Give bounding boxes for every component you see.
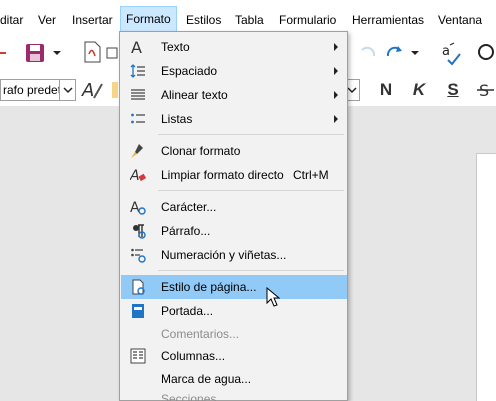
- spellcheck-icon[interactable]: a: [440, 40, 464, 66]
- list-icon: [129, 110, 147, 128]
- menu-item-label: Listas: [161, 112, 193, 126]
- menu-item-label: Comentarios...: [161, 327, 240, 341]
- submenu-arrow-icon: [334, 43, 338, 51]
- svg-text:a: a: [442, 44, 450, 59]
- redo-icon[interactable]: [384, 42, 408, 64]
- menu-item-caracter[interactable]: A Carácter...: [121, 195, 347, 219]
- menu-item-label: Columnas...: [161, 349, 226, 363]
- paragraph-style-dropdown-icon[interactable]: [59, 79, 76, 101]
- menu-item-limpiar-formato-directo[interactable]: A Limpiar formato directo Ctrl+M: [121, 163, 347, 187]
- mouse-cursor-icon: [266, 286, 281, 310]
- menu-item-label: Portada...: [161, 304, 214, 318]
- submenu-arrow-icon: [334, 91, 338, 99]
- text-icon: A: [129, 38, 147, 56]
- menu-item-parrafo[interactable]: Párrafo...: [121, 219, 347, 243]
- menu-item-espaciado[interactable]: Espaciado: [121, 59, 347, 83]
- menu-item-label: Texto: [161, 40, 190, 54]
- document-page[interactable]: [476, 153, 496, 401]
- svg-text:A: A: [130, 200, 140, 215]
- menu-item-texto[interactable]: A Texto: [121, 35, 347, 59]
- svg-text:A: A: [130, 168, 140, 183]
- menu-ver[interactable]: Ver: [38, 11, 56, 29]
- menu-tabla[interactable]: Tabla: [235, 11, 264, 29]
- menu-item-label: Estilo de página...: [161, 280, 257, 294]
- paragraph-style-select[interactable]: rafo predet: [0, 79, 60, 101]
- strikethrough-icon[interactable]: S: [476, 79, 496, 101]
- menu-item-label: Espaciado: [161, 64, 218, 78]
- spacing-icon: [129, 62, 147, 80]
- bold-button[interactable]: N: [376, 80, 396, 100]
- underline-button[interactable]: S: [443, 80, 463, 100]
- menu-editar[interactable]: ditar: [0, 11, 23, 29]
- toolbar-dropdown-icon[interactable]: [0, 42, 10, 64]
- menu-item-clonar-formato[interactable]: Clonar formato: [121, 139, 347, 163]
- menu-item-label: Limpiar formato directo: [161, 168, 284, 182]
- redo-dropdown-icon[interactable]: [410, 42, 420, 64]
- align-icon: [129, 86, 147, 104]
- menu-item-comentarios: Comentarios...: [121, 322, 347, 346]
- menu-separator: [158, 190, 344, 191]
- menu-item-secciones: Secciones...: [121, 387, 347, 401]
- save-dropdown-icon[interactable]: [52, 42, 62, 64]
- menu-item-numeracion-vinetas[interactable]: Numeración y viñetas...: [121, 243, 347, 267]
- format-menu: A Texto Espaciado Alinear texto Listas C…: [119, 31, 348, 401]
- italic-button[interactable]: K: [409, 80, 429, 100]
- submenu-arrow-icon: [334, 67, 338, 75]
- columns-icon: [129, 347, 147, 365]
- menu-separator: [158, 270, 344, 271]
- menu-item-label: Clonar formato: [161, 144, 241, 158]
- svg-text:A: A: [131, 39, 142, 55]
- find-icon[interactable]: [474, 40, 496, 66]
- menu-item-label: Numeración y viñetas...: [161, 248, 287, 262]
- menu-item-columnas[interactable]: Columnas...: [121, 344, 347, 368]
- page-style-icon: [129, 278, 147, 296]
- menu-estilos[interactable]: Estilos: [186, 11, 221, 29]
- character-icon: A: [129, 198, 147, 216]
- menu-item-portada[interactable]: Portada...: [121, 299, 347, 323]
- menu-ventana[interactable]: Ventana: [438, 11, 482, 29]
- menu-item-label: Carácter...: [161, 200, 217, 214]
- submenu-arrow-icon: [334, 115, 338, 123]
- menu-formulario[interactable]: Formulario: [279, 11, 336, 29]
- menu-insertar[interactable]: Insertar: [72, 11, 113, 29]
- menu-item-shortcut: Ctrl+M: [293, 168, 329, 182]
- menu-item-alinear-texto[interactable]: Alinear texto: [121, 83, 347, 107]
- new-style-icon[interactable]: A: [80, 78, 106, 102]
- menu-item-label: Secciones...: [161, 392, 227, 401]
- undo-icon[interactable]: [356, 42, 378, 64]
- menu-herramientas[interactable]: Herramientas: [352, 11, 424, 29]
- print-icon[interactable]: [106, 42, 118, 64]
- bullets-icon: [129, 246, 147, 264]
- menu-separator: [158, 134, 344, 135]
- menu-item-estilo-de-pagina[interactable]: Estilo de página...: [121, 275, 347, 299]
- clone-format-icon: [129, 142, 147, 160]
- paragraph-icon: [129, 222, 147, 240]
- menu-item-listas[interactable]: Listas: [121, 107, 347, 131]
- menu-item-label: Alinear texto: [161, 88, 228, 102]
- export-pdf-icon[interactable]: [80, 40, 104, 66]
- svg-text:A: A: [81, 80, 94, 101]
- save-icon[interactable]: [22, 42, 48, 64]
- clear-format-icon: A: [129, 166, 147, 184]
- menu-formato[interactable]: Formato: [120, 6, 177, 32]
- title-page-icon: [129, 302, 147, 320]
- menu-item-label: Párrafo...: [161, 224, 211, 238]
